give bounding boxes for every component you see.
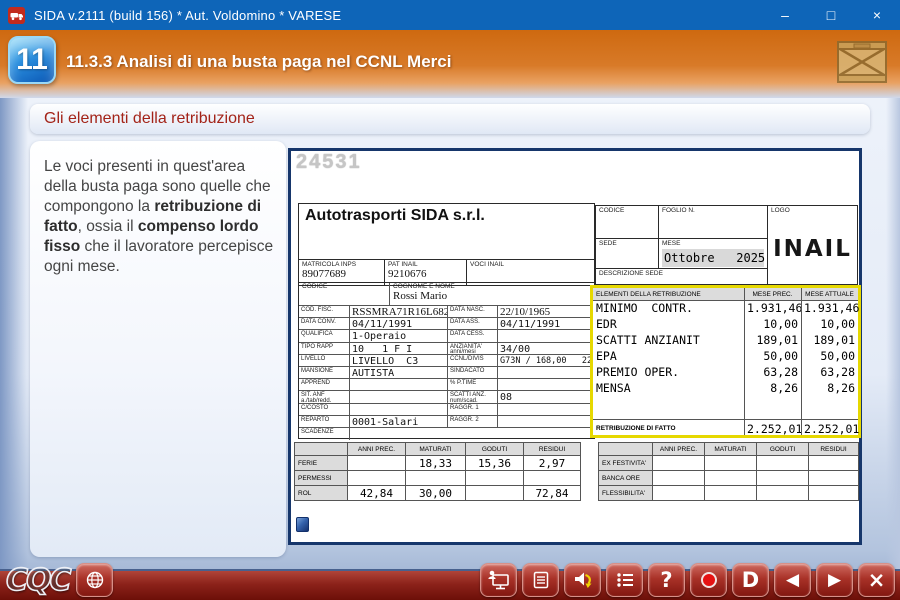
maximize-button[interactable]: □ (808, 0, 854, 30)
index-list-button[interactable] (606, 563, 643, 597)
help-button[interactable]: ? (648, 563, 685, 597)
record-button[interactable] (690, 563, 727, 597)
retribuzione-row: PREMIO OPER.63,2863,28 (593, 365, 858, 381)
inail-logo: INAIL (768, 236, 857, 262)
payslip-doc-number: 24531 (296, 151, 362, 174)
section-header: Gli elementi della retribuzione (30, 104, 870, 134)
globe-icon (85, 570, 105, 590)
employee-row: TIPO RAPP10 1 F I ANZIANITA' anni/mesi34… (299, 342, 594, 354)
payslip-image: 24531 Autotrasporti SIDA s.r.l. MATRICOL… (288, 148, 862, 545)
retribuzione-row: SCATTI ANZIANIT189,01189,01 (593, 333, 858, 349)
crate-icon (836, 36, 888, 84)
intro-panel: Le voci presenti in quest'area della bus… (30, 141, 286, 557)
notes-button[interactable] (522, 563, 559, 597)
employee-row: DATA CONV.04/11/1991 DATA ASS.04/11/1991 (299, 317, 594, 329)
employee-row: MANSIONEAUTISTA SINDACATO (299, 366, 594, 378)
payslip-head-box: CODICE FOGLIO N. SEDE MESE Ottobre 2025 … (595, 205, 858, 285)
list-icon (615, 570, 635, 590)
employee-row: C/COSTO RAGGR. 1 (299, 403, 594, 415)
month-value: Ottobre 2025 (662, 249, 764, 267)
leave-table: ANNI PREC.MATURATIGODUTIRESIDUI FERIE18,… (294, 442, 581, 501)
retribuzione-total-row: RETRIBUZIONE DI FATTO 2.252,01 2.252,01 (593, 419, 858, 435)
record-icon (701, 572, 717, 588)
next-arrow-icon: ▶ (828, 572, 841, 589)
minimize-button[interactable]: – (762, 0, 808, 30)
speaker-icon (572, 570, 594, 590)
dictionary-button[interactable]: D (732, 563, 769, 597)
document-icon (531, 570, 551, 590)
globe-button[interactable] (76, 563, 113, 597)
monitor-person-icon (487, 569, 511, 591)
chapter-badge: 11 (8, 36, 56, 84)
employee-row: SIT. ANF a./tab/redd. SCATTI ANZ. num/sc… (299, 390, 594, 402)
window-title: SIDA v.2111 (build 156) * Aut. Voldomino… (34, 8, 341, 23)
retribuzione-header: ELEMENTI DELLA RETRIBUZIONEMESE PREC.MES… (593, 288, 858, 301)
employee-row: APPREND % P.TIME (299, 378, 594, 390)
retribuzione-row: EDR10,0010,00 (593, 317, 858, 333)
screen-share-button[interactable] (480, 563, 517, 597)
d-icon: D (742, 570, 759, 591)
lesson-title: 11.3.3 Analisi di una busta paga nel CCN… (66, 52, 451, 72)
company-box: Autotrasporti SIDA s.r.l. (298, 203, 595, 260)
app-truck-icon (8, 7, 25, 24)
employee-row: LIVELLOLIVELLO C3 CCNL/DIVISG73N / 168,0… (299, 354, 594, 366)
previous-arrow-icon: ◀ (786, 572, 799, 589)
payslip-software-logo (296, 517, 309, 532)
question-icon: ? (660, 570, 672, 591)
section-title: Gli elementi della retribuzione (44, 110, 255, 128)
employee-row: COD. FISC.RSSMRA71R16L682J DATA NASC.22/… (299, 305, 594, 317)
titlebar: SIDA v.2111 (build 156) * Aut. Voldomino… (0, 0, 900, 30)
employee-name-row: CODICE COGNOME E NOMERossi Mario (299, 283, 594, 305)
employee-row: QUALIFICA1-Operaio DATA CESS. (299, 329, 594, 341)
lesson-header: 11 11.3.3 Analisi di una busta paga nel … (0, 30, 900, 98)
retribuzione-row: MINIMO CONTR.1.931,461.931,46 (593, 301, 858, 317)
retribuzione-highlight-box: ELEMENTI DELLA RETRIBUZIONEMESE PREC.MES… (590, 285, 861, 438)
exit-button[interactable]: × (858, 563, 895, 597)
cqc-logo: CQC (6, 563, 70, 598)
extra-hours-table: ANNI PREC.MATURATIGODUTIRESIDUI EX FESTI… (598, 442, 859, 501)
intro-text: Le voci presenti in quest'area della bus… (44, 157, 274, 277)
employee-row: REPARTO0001-Salari RAGGR. 2 (299, 415, 594, 427)
previous-button[interactable]: ◀ (774, 563, 811, 597)
next-button[interactable]: ▶ (816, 563, 853, 597)
audio-button[interactable] (564, 563, 601, 597)
close-window-button[interactable]: × (854, 0, 900, 30)
employee-box: CODICE COGNOME E NOMERossi Mario COD. FI… (298, 282, 595, 439)
employee-row: SCADENZE (299, 427, 594, 440)
retribuzione-row: EPA50,0050,00 (593, 349, 858, 365)
retribuzione-row: MENSA8,268,26 (593, 381, 858, 397)
company-name: Autotrasporti SIDA s.r.l. (305, 207, 588, 225)
close-icon: × (868, 570, 886, 591)
